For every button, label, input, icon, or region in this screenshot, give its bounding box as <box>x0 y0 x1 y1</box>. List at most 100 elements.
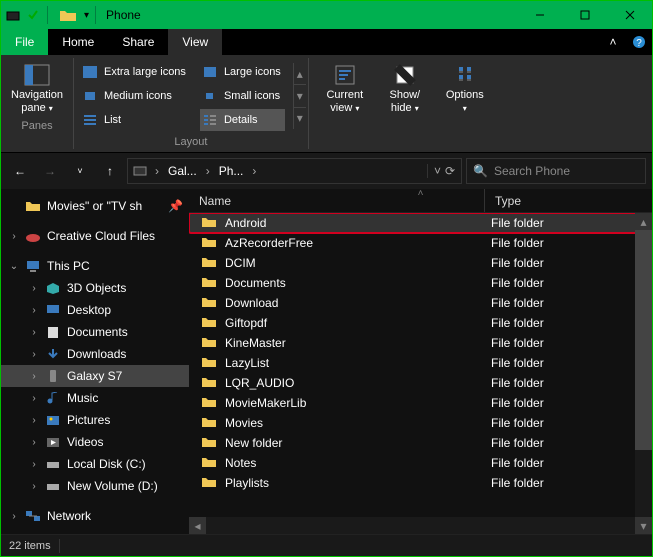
tree-network[interactable]: ›Network <box>1 505 189 527</box>
layout-details[interactable]: Details <box>200 109 285 131</box>
tree-desktop[interactable]: ›Desktop <box>1 299 189 321</box>
titlebar: ▾ Phone <box>1 1 652 29</box>
address-bar[interactable]: › Gal... › Ph... › ˅ ⟳ <box>127 158 462 184</box>
file-type: File folder <box>485 296 544 310</box>
layout-extra-large[interactable]: Extra large icons <box>80 61 190 83</box>
layout-gallery[interactable]: Extra large icons Large icons Medium ico… <box>76 59 289 133</box>
navigation-tree[interactable]: Movies" or "TV sh📌 ›Creative Cloud Files… <box>1 189 189 534</box>
address-device-icon <box>132 165 148 177</box>
tab-file[interactable]: File <box>1 29 48 55</box>
file-row[interactable]: LazyListFile folder <box>189 353 652 373</box>
up-button[interactable]: ↑ <box>97 158 123 184</box>
scroll-down-button[interactable]: ▾ <box>635 517 652 534</box>
file-rows[interactable]: AndroidFile folderAzRecorderFreeFile fol… <box>189 213 652 517</box>
forward-button[interactable]: → <box>37 158 63 184</box>
file-name: New folder <box>225 436 485 450</box>
file-row[interactable]: NotesFile folder <box>189 453 652 473</box>
tree-documents[interactable]: ›Documents <box>1 321 189 343</box>
column-type[interactable]: Type <box>485 194 521 208</box>
search-box[interactable]: 🔍 Search Phone <box>466 158 646 184</box>
videos-icon <box>45 435 61 449</box>
breadcrumb-seg-1[interactable]: Gal... <box>166 164 199 178</box>
column-name[interactable]: Name <box>189 194 484 208</box>
minimize-button[interactable] <box>517 1 562 29</box>
tree-galaxy-s7[interactable]: ›Galaxy S7 <box>1 365 189 387</box>
file-type: File folder <box>485 436 544 450</box>
file-row[interactable]: DownloadFile folder <box>189 293 652 313</box>
tree-this-pc[interactable]: ⌄This PC <box>1 255 189 277</box>
layout-scroll-down[interactable]: ▾ <box>294 85 306 107</box>
folder-icon <box>201 256 217 270</box>
file-row[interactable]: New folderFile folder <box>189 433 652 453</box>
tree-new-volume-d[interactable]: ›New Volume (D:) <box>1 475 189 497</box>
scroll-left-button[interactable]: ◂ <box>189 517 206 534</box>
layout-small[interactable]: Small icons <box>200 85 285 107</box>
recent-locations-button[interactable]: ˅ <box>67 158 93 184</box>
qat-properties-icon[interactable] <box>25 7 41 23</box>
ribbon: Navigation pane ▾ Panes Extra large icon… <box>1 55 652 153</box>
layout-list[interactable]: List <box>80 109 190 131</box>
tree-pictures[interactable]: ›Pictures <box>1 409 189 431</box>
tree-creative-cloud[interactable]: ›Creative Cloud Files <box>1 225 189 247</box>
scroll-up-button[interactable]: ▴ <box>635 213 652 230</box>
file-row[interactable]: AzRecorderFreeFile folder <box>189 233 652 253</box>
file-row[interactable]: MoviesFile folder <box>189 413 652 433</box>
file-row[interactable]: MovieMakerLibFile folder <box>189 393 652 413</box>
collapse-handle-icon[interactable]: ˄ <box>418 189 424 199</box>
window-title: Phone <box>102 8 141 22</box>
chevron-right-icon[interactable]: › <box>201 164 215 178</box>
layout-more[interactable]: ▾ <box>294 108 306 129</box>
tab-share[interactable]: Share <box>108 29 168 55</box>
file-type: File folder <box>485 336 544 350</box>
file-row[interactable]: AndroidFile folder <box>189 213 652 233</box>
3d-icon <box>45 281 61 295</box>
scroll-thumb[interactable] <box>635 230 652 450</box>
folder-icon <box>201 276 217 290</box>
tree-3d-objects[interactable]: ›3D Objects <box>1 277 189 299</box>
refresh-button[interactable]: ⟳ <box>443 164 457 178</box>
file-type: File folder <box>485 256 544 270</box>
chevron-right-icon[interactable]: › <box>150 164 164 178</box>
layout-large[interactable]: Large icons <box>200 61 285 83</box>
tree-music[interactable]: ›Music <box>1 387 189 409</box>
qat-app-icon[interactable] <box>5 7 21 23</box>
folder-icon <box>201 236 217 250</box>
tree-local-disk-c[interactable]: ›Local Disk (C:) <box>1 453 189 475</box>
folder-icon <box>201 476 217 490</box>
options-button[interactable]: Options ▾ <box>435 59 495 117</box>
tree-downloads[interactable]: ›Downloads <box>1 343 189 365</box>
file-row[interactable]: GiftopdfFile folder <box>189 313 652 333</box>
pin-icon: 📌 <box>168 199 189 213</box>
file-row[interactable]: LQR_AUDIOFile folder <box>189 373 652 393</box>
file-row[interactable]: DocumentsFile folder <box>189 273 652 293</box>
layout-medium[interactable]: Medium icons <box>80 85 190 107</box>
file-row[interactable]: KineMasterFile folder <box>189 333 652 353</box>
music-icon <box>45 391 61 405</box>
layout-scroll-up[interactable]: ▴ <box>294 63 306 85</box>
tree-quick-item[interactable]: Movies" or "TV sh📌 <box>1 195 189 217</box>
tab-home[interactable]: Home <box>48 29 108 55</box>
show-hide-button[interactable]: Show/ hide ▾ <box>375 59 435 117</box>
tree-videos[interactable]: ›Videos <box>1 431 189 453</box>
qat-dropdown-icon[interactable]: ▾ <box>84 10 89 21</box>
ribbon-collapse-button[interactable]: ˄ <box>600 29 626 55</box>
sm-icons-icon <box>202 89 218 103</box>
file-row[interactable]: PlaylistsFile folder <box>189 473 652 493</box>
address-dropdown-button[interactable]: ˅ <box>427 164 441 178</box>
maximize-button[interactable] <box>562 1 607 29</box>
xl-icons-icon <box>82 65 98 79</box>
vertical-scrollbar[interactable]: ▴ ▾ <box>635 213 652 534</box>
current-view-button[interactable]: Current view ▾ <box>315 59 375 117</box>
file-row[interactable]: DCIMFile folder <box>189 253 652 273</box>
close-button[interactable] <box>607 1 652 29</box>
folder-icon <box>201 216 217 230</box>
horizontal-scrollbar[interactable]: ◂ ▸ <box>189 517 652 534</box>
file-name: MovieMakerLib <box>225 396 485 410</box>
help-button[interactable]: ? <box>626 29 652 55</box>
tab-view[interactable]: View <box>168 29 222 55</box>
breadcrumb-seg-2[interactable]: Ph... <box>217 164 246 178</box>
chevron-right-icon[interactable]: › <box>247 164 261 178</box>
back-button[interactable]: ← <box>7 158 33 184</box>
file-name: KineMaster <box>225 336 485 350</box>
navigation-pane-button[interactable]: Navigation pane ▾ <box>7 59 67 117</box>
